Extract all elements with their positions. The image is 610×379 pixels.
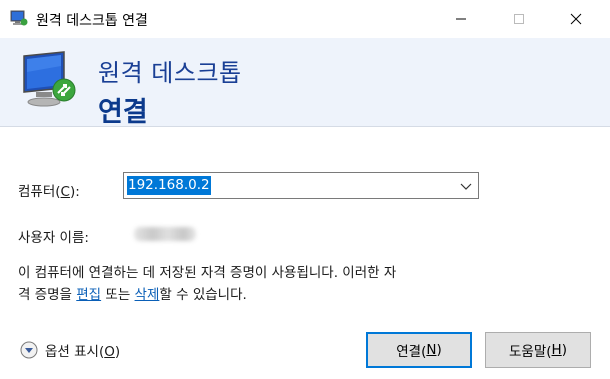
maximize-icon xyxy=(514,14,524,24)
close-button[interactable] xyxy=(553,0,599,38)
show-options-label: 옵션 표시(O) xyxy=(45,344,121,360)
delete-link[interactable]: 삭제 xyxy=(135,287,160,303)
minimize-button[interactable] xyxy=(438,0,484,38)
credentials-info: 이 컴퓨터에 연결하는 데 저장된 자격 증명이 사용됩니다. 이러한 자 격 … xyxy=(18,265,397,303)
remote-desktop-icon xyxy=(23,51,76,107)
computer-label: 컴퓨터(C): xyxy=(18,184,80,200)
minimize-icon xyxy=(456,18,466,20)
banner-divider xyxy=(0,126,610,127)
help-button[interactable]: 도움말(H) xyxy=(485,332,591,368)
show-options-toggle[interactable]: 옵션 표시(O) xyxy=(20,340,120,360)
header-banner xyxy=(0,38,610,126)
chevron-down-icon[interactable] xyxy=(458,178,474,194)
computer-value[interactable]: 192.168.0.2 xyxy=(127,176,211,195)
window-title: 원격 데스크톱 연결 xyxy=(36,13,148,29)
close-icon xyxy=(570,13,582,25)
username-label: 사용자 이름: xyxy=(18,230,89,246)
banner-title: 연결 xyxy=(98,97,148,128)
username-value-redacted xyxy=(134,227,196,241)
remote-desktop-icon xyxy=(10,10,28,26)
maximize-button[interactable] xyxy=(496,0,542,38)
expand-down-icon xyxy=(20,341,38,359)
title-bar: 원격 데스크톱 연결 xyxy=(0,0,610,38)
edit-link[interactable]: 편집 xyxy=(76,287,101,303)
banner-subtitle: 원격 데스크톱 xyxy=(98,59,242,87)
connect-button[interactable]: 연결(N) xyxy=(366,332,472,368)
computer-combobox[interactable]: 192.168.0.2 xyxy=(123,172,479,199)
